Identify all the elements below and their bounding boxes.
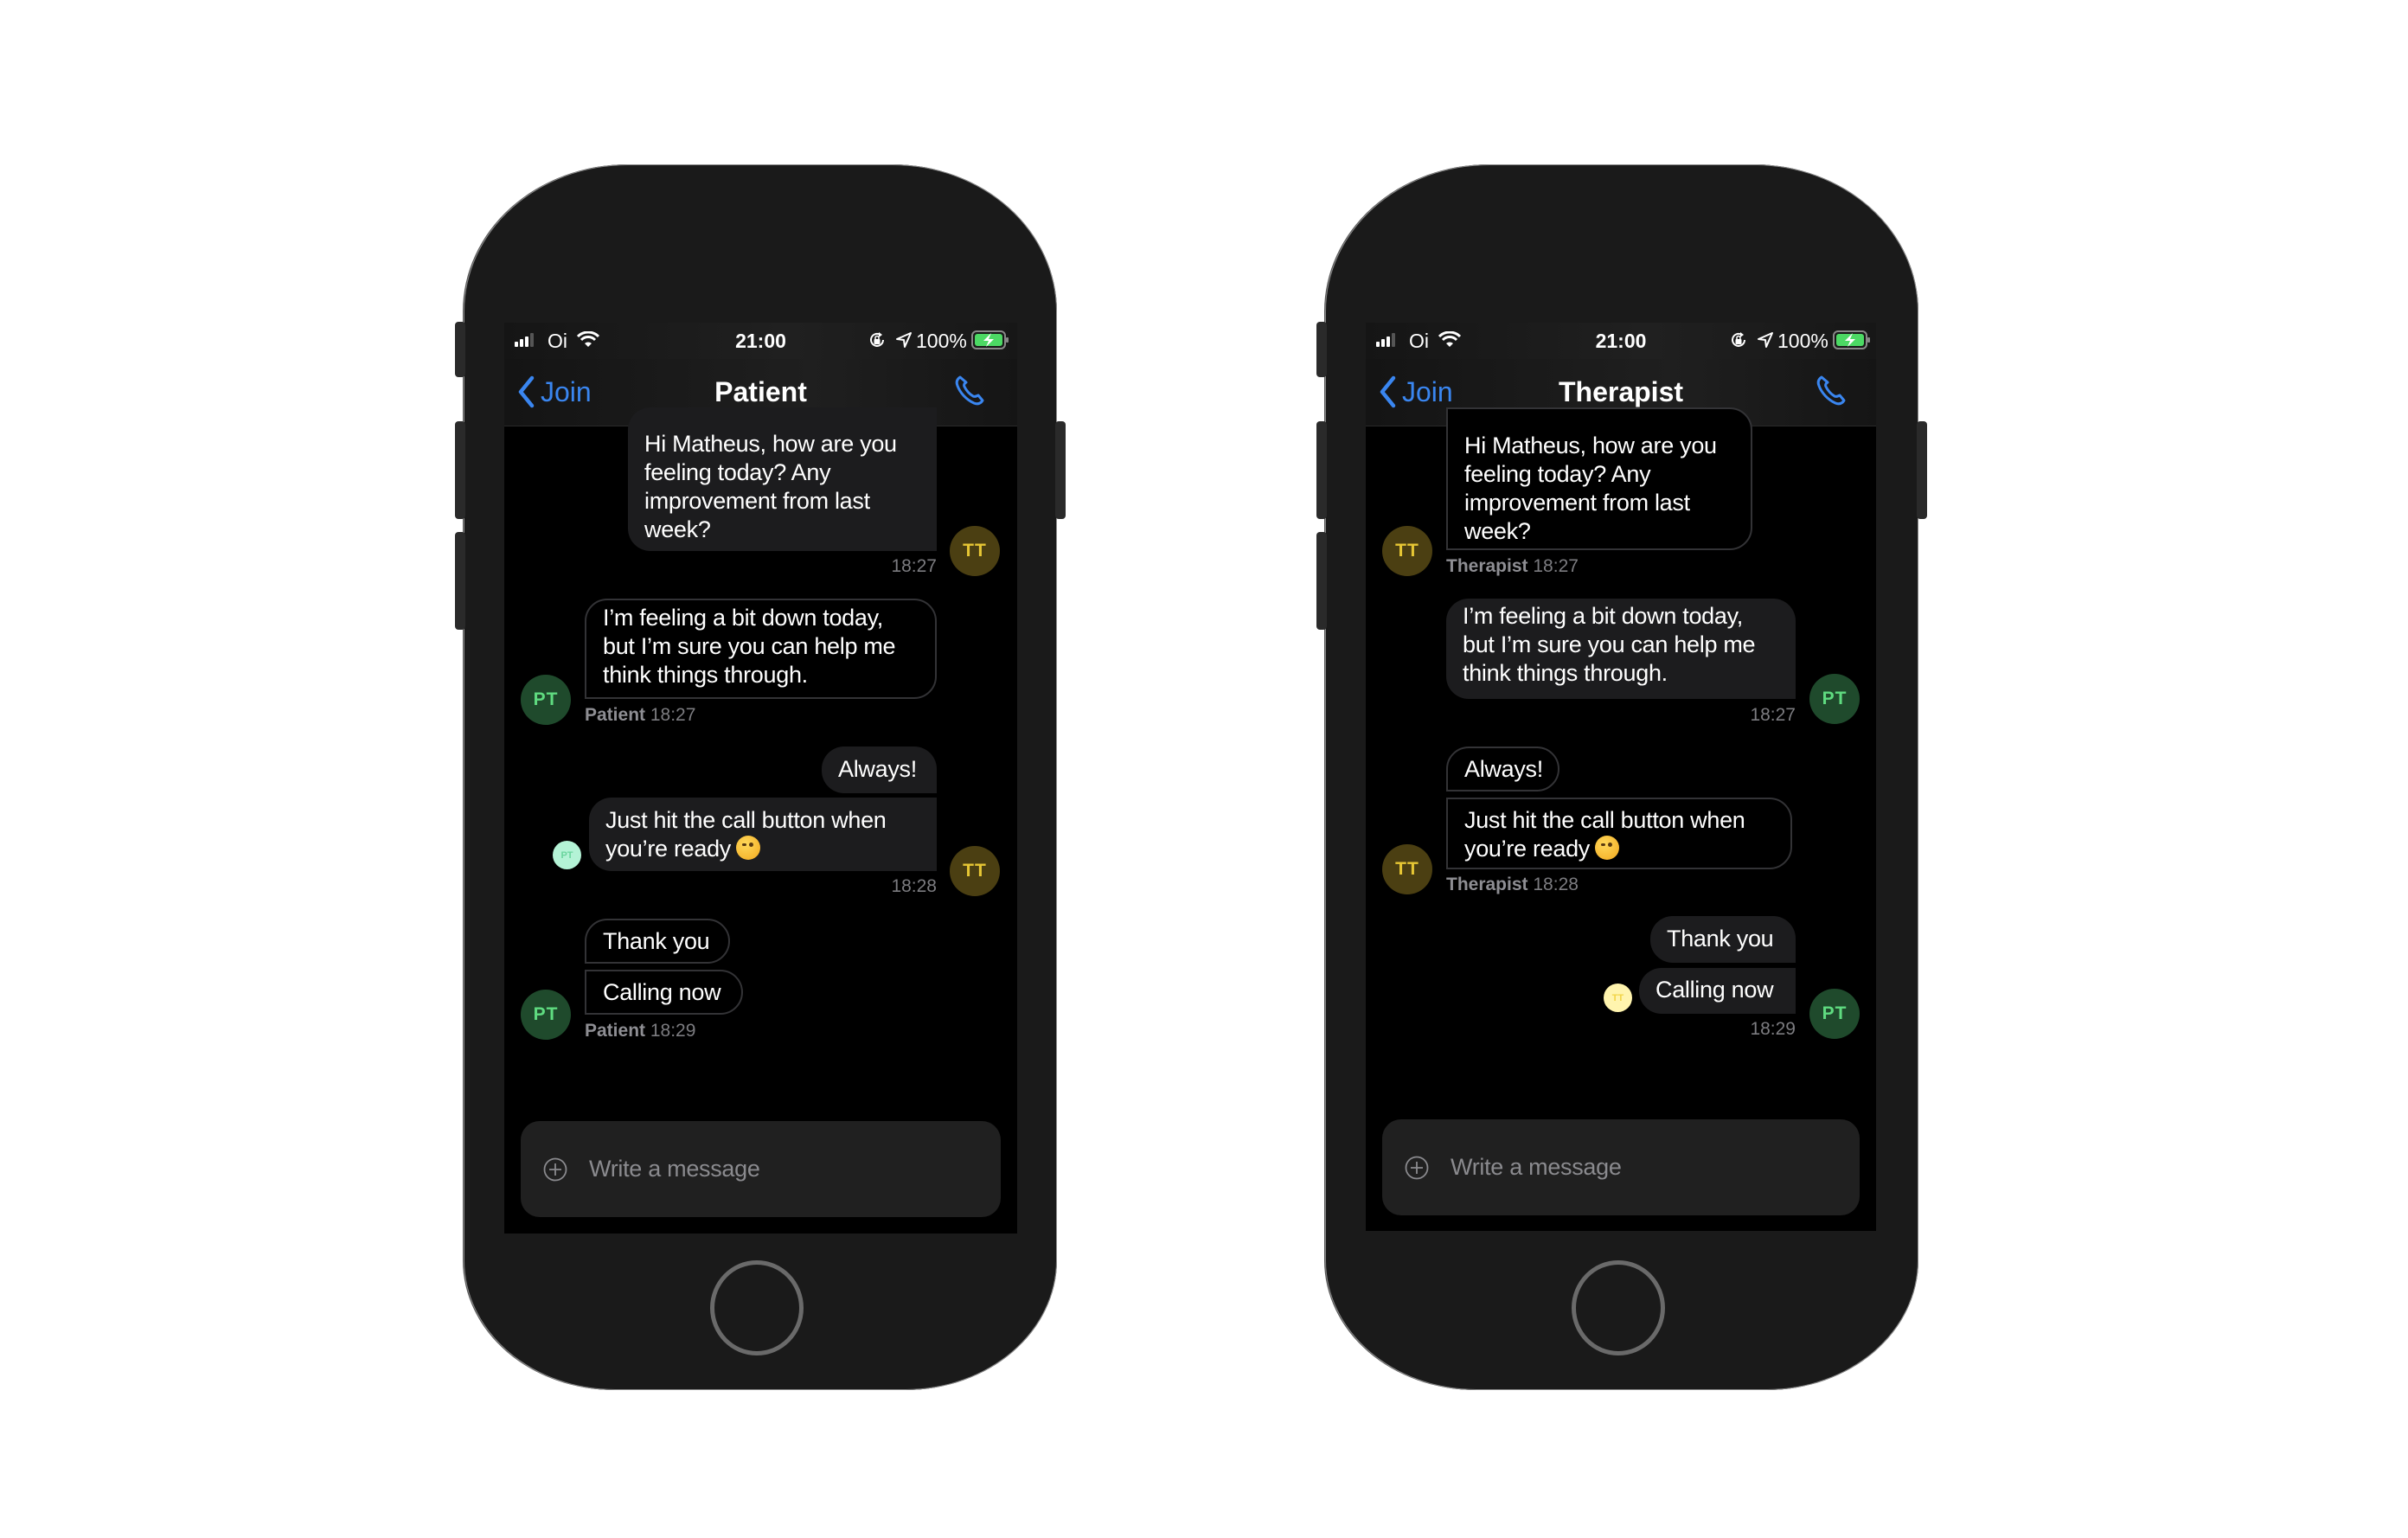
add-attachment-icon[interactable] [543,1157,567,1182]
rotation-lock-icon [1732,332,1745,347]
message-input[interactable]: Write a message [521,1121,1001,1217]
message-timestamp: 18:27 [1533,556,1579,576]
message-bubble: Hi Matheus, how are you feeling today? A… [628,407,937,551]
battery-charging-icon [1833,330,1870,349]
sender-name: Patient [585,705,646,725]
message-timestamp: 18:29 [1750,1019,1796,1039]
back-button[interactable]: Join [1378,375,1453,409]
add-attachment-icon[interactable] [1405,1156,1429,1180]
message-bubble: Just hit the call button when you’re rea… [1446,798,1792,869]
avatar-therapist: TT [950,526,1000,576]
message-sender-time: Therapist 18:28 [1446,875,1579,895]
read-receipt-avatar: TT [1604,984,1632,1012]
wink-emoji-icon [735,836,760,860]
message-bubble: Thank you [1650,916,1796,963]
avatar-patient: PT [1809,989,1860,1039]
message-timestamp: 18:27 [1750,705,1796,725]
sender-name: Therapist [1446,875,1528,894]
back-button[interactable]: Join [516,375,592,409]
chevron-left-icon [518,375,535,408]
battery-charging-icon [971,330,1009,349]
volume-down-button [455,532,465,630]
back-label: Join [541,375,592,407]
message-bubble: I’m feeling a bit down today, but I’m su… [1446,599,1796,699]
home-button[interactable] [710,1260,804,1355]
message-timestamp: 18:27 [891,556,937,576]
mute-switch [455,322,465,377]
sender-name: Therapist [1446,556,1528,576]
avatar-patient: PT [521,990,571,1040]
status-bar: Oi 21:00 100% [1366,323,1876,359]
power-button [1917,421,1927,519]
message-bubble: I’m feeling a bit down today, but I’m su… [585,599,937,699]
avatar-patient: PT [1809,674,1860,724]
message-bubble: Calling now [1639,968,1796,1014]
message-sender-time: Patient 18:29 [585,1021,695,1041]
phone-call-icon[interactable] [952,373,989,409]
volume-up-button [1316,421,1327,519]
status-bar: Oi 21:00 100% [504,323,1017,359]
home-button[interactable] [1572,1260,1665,1355]
message-bubble: Hi Matheus, how are you feeling today? A… [1446,407,1752,550]
chevron-left-icon [1380,375,1396,408]
message-input[interactable]: Write a message [1382,1119,1860,1215]
message-timestamp: 18:29 [650,1021,696,1041]
location-icon [1758,332,1773,348]
phone-call-icon[interactable] [1814,373,1850,409]
sender-name: Patient [585,1021,646,1041]
message-sender-time: Patient 18:27 [585,705,695,726]
rotation-lock-icon [870,332,884,347]
battery-percent: 100% [916,330,967,352]
message-bubble: Calling now [585,970,743,1015]
avatar-therapist: TT [950,846,1000,896]
back-label: Join [1402,375,1453,407]
wink-emoji-icon [1594,836,1619,860]
message-bubble: Just hit the call button when you’re rea… [589,798,937,871]
message-bubble: Thank you [585,919,730,964]
read-receipt-avatar: PT [553,841,581,869]
message-input-placeholder: Write a message [1451,1154,1622,1180]
phone-patient-view: Oi 21:00 100% Join Patient Hi Matheus, h… [455,164,1066,1390]
message-timestamp: 18:28 [1533,875,1579,894]
message-bubble: Always! [1446,747,1559,791]
volume-down-button [1316,532,1327,630]
message-timestamp: 18:28 [891,876,937,896]
phone-therapist-view: Oi 21:00 100% Join Therapist Hi Matheus,… [1316,164,1927,1390]
mute-switch [1316,322,1327,377]
avatar-therapist: TT [1382,526,1432,576]
avatar-patient: PT [521,675,571,725]
screen: Oi 21:00 100% Join Therapist Hi Matheus,… [1366,323,1876,1231]
volume-up-button [455,421,465,519]
screen: Oi 21:00 100% Join Patient Hi Matheus, h… [504,323,1017,1234]
message-input-placeholder: Write a message [589,1156,760,1182]
avatar-therapist: TT [1382,844,1432,894]
message-bubble: Always! [822,747,937,793]
power-button [1055,421,1066,519]
battery-percent: 100% [1777,330,1828,352]
message-sender-time: Therapist 18:27 [1446,556,1579,577]
message-timestamp: 18:27 [650,705,696,725]
location-icon [896,332,912,348]
